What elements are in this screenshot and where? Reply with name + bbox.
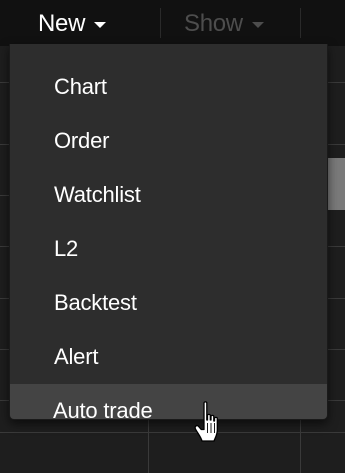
menu-item-label: Auto trade bbox=[53, 398, 153, 420]
new-menu-label: New bbox=[38, 10, 86, 37]
menu-bar: New Show bbox=[0, 0, 345, 46]
menu-divider bbox=[160, 8, 161, 38]
show-menu-label: Show bbox=[184, 10, 243, 37]
grid-line bbox=[0, 432, 345, 433]
menu-item-auto-trade[interactable]: Auto trade bbox=[10, 384, 327, 420]
menu-item-label: L2 bbox=[54, 236, 79, 261]
menu-item-backtest[interactable]: Backtest bbox=[10, 276, 327, 330]
hand-pointer-icon bbox=[194, 401, 218, 442]
show-menu-button[interactable]: Show bbox=[184, 6, 264, 42]
menu-item-chart[interactable]: Chart bbox=[10, 60, 327, 114]
caret-down-icon bbox=[251, 22, 264, 28]
menu-item-label: Alert bbox=[54, 344, 99, 369]
menu-item-order[interactable]: Order bbox=[10, 114, 327, 168]
menu-item-l2[interactable]: L2 bbox=[10, 222, 327, 276]
new-menu-button[interactable]: New bbox=[38, 6, 107, 42]
menu-item-label: Watchlist bbox=[54, 182, 141, 207]
menu-item-label: Backtest bbox=[54, 290, 137, 315]
menu-item-alert[interactable]: Alert bbox=[10, 330, 327, 384]
new-dropdown-menu: Chart Order Watchlist L2 Backtest Alert … bbox=[9, 44, 328, 420]
menu-item-label: Chart bbox=[54, 74, 107, 99]
menu-divider bbox=[300, 8, 301, 38]
menu-item-label: Order bbox=[54, 128, 110, 153]
caret-down-icon bbox=[94, 22, 107, 28]
scrollbar-thumb[interactable] bbox=[328, 158, 345, 210]
menu-item-watchlist[interactable]: Watchlist bbox=[10, 168, 327, 222]
